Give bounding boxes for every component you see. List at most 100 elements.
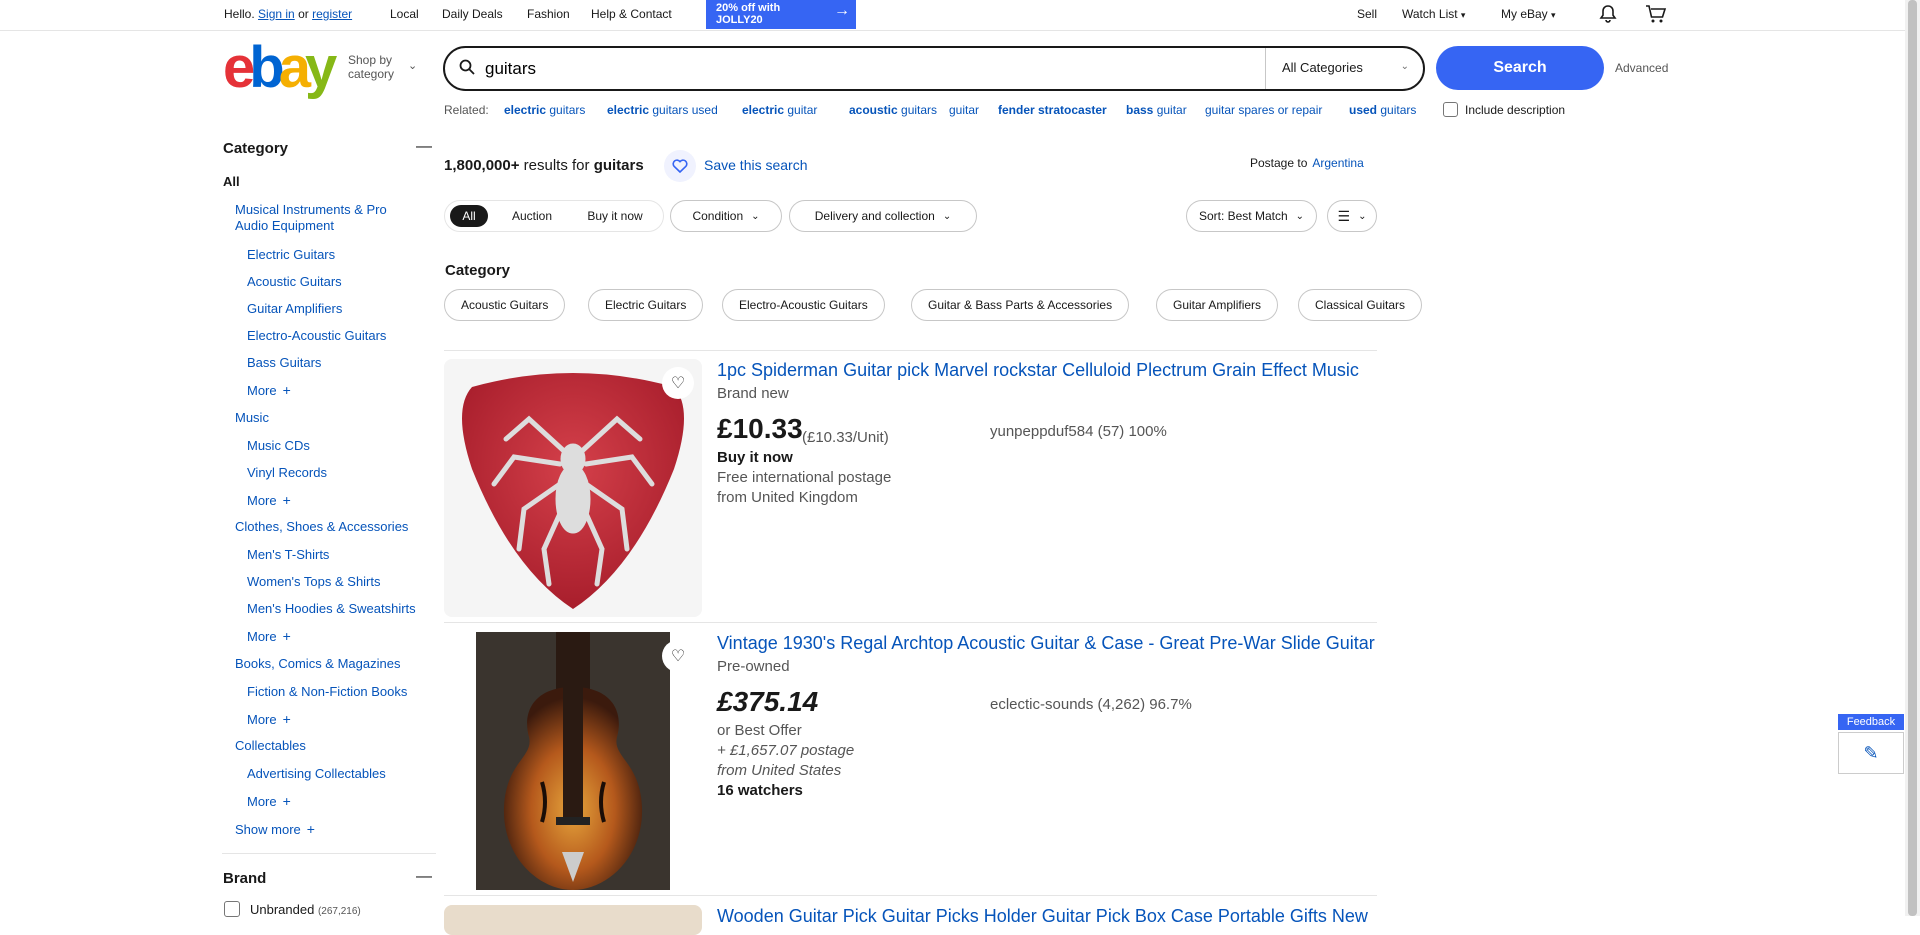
sidebar-group-musical-instruments[interactable]: Musical Instruments & Pro Audio Equipmen… xyxy=(235,202,415,234)
sidebar-group-books[interactable]: Books, Comics & Magazines xyxy=(235,656,400,672)
sidebar-item-acoustic-guitars[interactable]: Acoustic Guitars xyxy=(247,274,342,290)
plus-icon: + xyxy=(282,793,291,809)
sidebar-group-music[interactable]: Music xyxy=(235,410,269,426)
sidebar-item-mens-tshirts[interactable]: Men's T-Shirts xyxy=(247,547,329,563)
sort-dropdown[interactable]: Sort: Best Match ⌄ xyxy=(1186,200,1317,232)
logo-letter-y: y xyxy=(304,35,337,100)
sidebar-item-electric-guitars[interactable]: Electric Guitars xyxy=(247,247,335,263)
shop-by-category[interactable]: Shop by category ⌄ xyxy=(348,53,417,81)
more-label: More xyxy=(247,383,277,398)
plus-icon: + xyxy=(282,628,291,644)
scrollbar[interactable] xyxy=(1905,0,1920,916)
promo-banner[interactable]: 20% off with JOLLY20 → xyxy=(706,0,856,29)
local-link[interactable]: Local xyxy=(390,7,419,21)
advanced-search-link[interactable]: Advanced xyxy=(1615,61,1668,75)
sidebar-item-mens-hoodies[interactable]: Men's Hoodies & Sweatshirts xyxy=(247,601,416,617)
daily-deals-link[interactable]: Daily Deals xyxy=(442,7,503,21)
search-input[interactable] xyxy=(485,57,1265,81)
sidebar-item-guitar-amplifiers[interactable]: Guitar Amplifiers xyxy=(247,301,342,317)
notification-bell-icon[interactable] xyxy=(1598,4,1618,27)
related-rest: guitars xyxy=(546,103,586,117)
related-search-link[interactable]: guitar spares or repair xyxy=(1205,103,1322,117)
tab-auction[interactable]: Auction xyxy=(500,205,564,227)
sell-link[interactable]: Sell xyxy=(1357,7,1377,21)
register-link[interactable]: register xyxy=(312,7,352,21)
chip-guitar-parts[interactable]: Guitar & Bass Parts & Accessories xyxy=(911,289,1130,321)
related-search-link[interactable]: fender stratocaster xyxy=(998,103,1107,117)
sidebar-group-clothes[interactable]: Clothes, Shoes & Accessories xyxy=(235,519,408,535)
postage-info: Free international postage xyxy=(717,469,892,486)
postage-info: + £1,657.07 postage xyxy=(717,742,855,759)
related-search-link[interactable]: electric guitars xyxy=(504,103,585,117)
chip-classical-guitars[interactable]: Classical Guitars xyxy=(1298,289,1423,321)
category-heading[interactable]: Category xyxy=(223,140,288,157)
condition-filter[interactable]: Condition ⌄ xyxy=(670,200,782,232)
listing-title[interactable]: Wooden Guitar Pick Guitar Picks Holder G… xyxy=(717,905,1377,927)
related-search-link[interactable]: electric guitar xyxy=(742,103,817,117)
more-button[interactable]: More + xyxy=(247,711,291,727)
sidebar-item-fiction-books[interactable]: Fiction & Non-Fiction Books xyxy=(247,684,407,700)
more-button[interactable]: More + xyxy=(247,492,291,508)
more-button[interactable]: More + xyxy=(247,793,291,809)
related-search-link[interactable]: electric guitars used xyxy=(607,103,718,117)
chip-guitar-amplifiers[interactable]: Guitar Amplifiers xyxy=(1156,289,1279,321)
watch-heart-icon[interactable]: ♡ xyxy=(662,640,694,672)
delivery-filter[interactable]: Delivery and collection ⌄ xyxy=(789,200,977,232)
brand-unbranded-label[interactable]: Unbranded (267,216) xyxy=(250,902,361,920)
category-select[interactable]: All Categories ⌄ xyxy=(1265,48,1425,89)
chip-electric-guitars[interactable]: Electric Guitars xyxy=(588,289,704,321)
related-search-link[interactable]: used guitars xyxy=(1349,103,1416,117)
view-toggle[interactable]: ☰ ⌄ xyxy=(1327,200,1377,232)
watch-list-link[interactable]: Watch List ▾ xyxy=(1402,7,1465,21)
chevron-down-icon: ⌄ xyxy=(1400,61,1409,72)
sidebar-item-womens-tops[interactable]: Women's Tops & Shirts xyxy=(247,574,381,590)
watch-heart-icon[interactable]: ♡ xyxy=(662,367,694,399)
help-contact-link[interactable]: Help & Contact xyxy=(591,7,672,21)
collapse-icon[interactable]: — xyxy=(416,868,432,886)
sign-in-link[interactable]: Sign in xyxy=(258,7,295,21)
plus-icon: + xyxy=(282,711,291,727)
or-text: or xyxy=(298,7,309,21)
more-label: More xyxy=(247,712,277,727)
listing-title[interactable]: Vintage 1930's Regal Archtop Acoustic Gu… xyxy=(717,632,1377,654)
sidebar-item-vinyl-records[interactable]: Vinyl Records xyxy=(247,465,327,481)
chip-electro-acoustic-guitars[interactable]: Electro-Acoustic Guitars xyxy=(722,289,885,321)
fashion-link[interactable]: Fashion xyxy=(527,7,570,21)
tab-all[interactable]: All xyxy=(450,205,488,227)
sidebar-item-advertising-collectables[interactable]: Advertising Collectables xyxy=(247,766,386,782)
show-more-button[interactable]: Show more + xyxy=(235,821,315,837)
listing-image[interactable] xyxy=(444,632,702,890)
feedback-edit-icon[interactable]: ✎ xyxy=(1838,732,1904,774)
tab-buy-it-now[interactable]: Buy it now xyxy=(578,205,652,227)
my-ebay-link[interactable]: My eBay ▾ xyxy=(1501,7,1556,21)
more-button[interactable]: More + xyxy=(247,382,291,398)
brand-checkbox[interactable] xyxy=(224,901,240,917)
listing-image[interactable] xyxy=(444,905,702,935)
seller-info: yunpeppduf584 (57) 100% xyxy=(990,423,1167,440)
related-search-link[interactable]: bass guitar xyxy=(1126,103,1187,117)
sidebar-item-electro-acoustic-guitars[interactable]: Electro-Acoustic Guitars xyxy=(247,328,386,344)
listing-title[interactable]: 1pc Spiderman Guitar pick Marvel rocksta… xyxy=(717,359,1377,381)
sidebar-item-bass-guitars[interactable]: Bass Guitars xyxy=(247,355,321,371)
search-button[interactable]: Search xyxy=(1436,46,1604,90)
country-link[interactable]: Argentina xyxy=(1312,156,1363,170)
more-button[interactable]: More + xyxy=(247,628,291,644)
collapse-icon[interactable]: — xyxy=(416,138,432,156)
scrollbar-thumb[interactable] xyxy=(1908,0,1917,916)
related-search-link[interactable]: acoustic guitars xyxy=(849,103,937,117)
related-bold: fender stratocaster xyxy=(998,103,1107,117)
chip-acoustic-guitars[interactable]: Acoustic Guitars xyxy=(444,289,566,321)
brand-heading[interactable]: Brand xyxy=(223,870,266,887)
chevron-down-icon: ⌄ xyxy=(1358,210,1367,222)
cart-icon[interactable] xyxy=(1645,4,1667,27)
postage-to: Postage to Argentina xyxy=(1250,156,1364,170)
listing-image[interactable] xyxy=(444,359,702,617)
include-description-checkbox[interactable] xyxy=(1443,102,1458,117)
ebay-logo[interactable]: ebay xyxy=(223,39,343,97)
related-search-link[interactable]: guitar xyxy=(949,103,979,117)
feedback-widget[interactable]: Feedback ✎ xyxy=(1838,714,1904,774)
listing-item: Wooden Guitar Pick Guitar Picks Holder G… xyxy=(444,897,1377,935)
top-bar: Hello. Sign in or register Local Daily D… xyxy=(0,0,1905,31)
sidebar-item-music-cds[interactable]: Music CDs xyxy=(247,438,310,454)
sidebar-group-collectables[interactable]: Collectables xyxy=(235,738,306,754)
